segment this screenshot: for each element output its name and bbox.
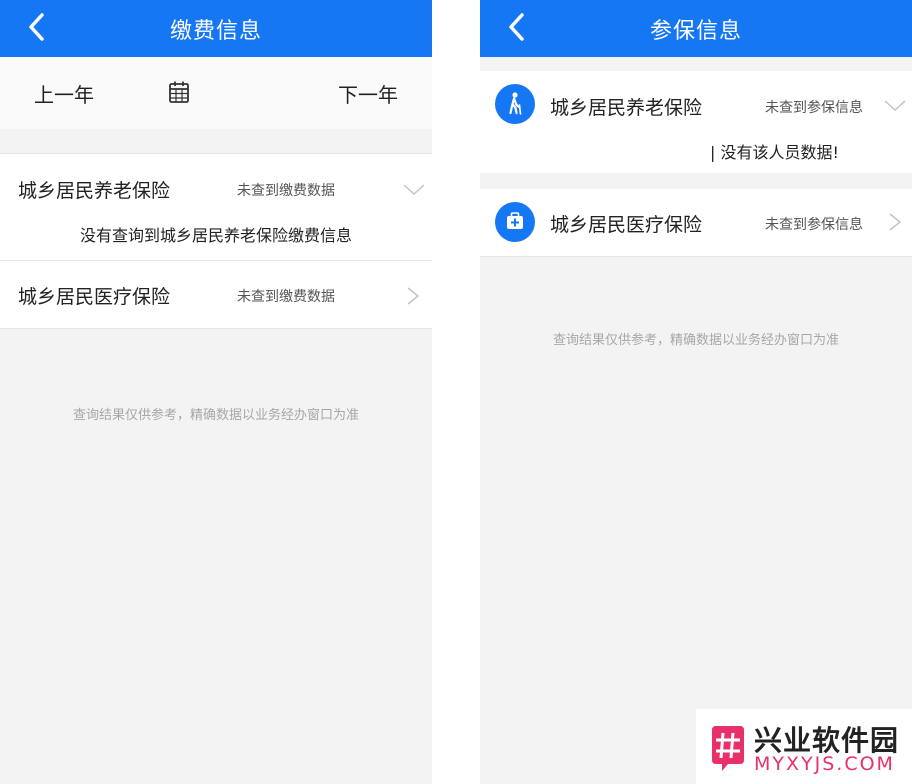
pension-insurance-item[interactable]: 城乡居民养老保险 未查到参保信息 | 没有该人员数据! <box>480 71 912 173</box>
chevron-right-icon[interactable] <box>888 213 902 231</box>
item-name: 城乡居民养老保险 <box>18 180 171 202</box>
header-bar: 缴费信息 <box>0 0 432 57</box>
year-selector: 上一年 下一年 <box>0 57 432 129</box>
watermark-logo-icon <box>712 726 744 771</box>
elderly-person-icon <box>495 84 535 124</box>
page-title: 缴费信息 <box>169 19 262 44</box>
item-status: 未查到缴费数据 <box>237 289 335 305</box>
header-bar: 参保信息 <box>480 0 912 57</box>
item-status: 未查到参保信息 <box>765 100 863 116</box>
item-status: 未查到参保信息 <box>765 217 863 233</box>
disclaimer-note: 查询结果仅供参考，精确数据以业务经办窗口为准 <box>552 333 839 348</box>
medical-kit-icon <box>495 202 535 242</box>
chevron-down-icon[interactable] <box>403 183 425 197</box>
item-status: 未查到缴费数据 <box>237 183 335 199</box>
payment-info-screen: 缴费信息 上一年 下一年 城乡居民养老保险 未查到缴费数据 没有查询到城乡居民养… <box>0 0 432 784</box>
site-watermark: 兴业软件园 MYXYJS.COM <box>696 709 912 784</box>
item-name: 城乡居民医疗保险 <box>18 286 171 308</box>
item-message: 没有查询到城乡居民养老保险缴费信息 <box>79 226 352 245</box>
watermark-name-en: MYXYJS.COM <box>754 753 895 775</box>
item-message: | 没有该人员数据! <box>710 143 839 162</box>
chevron-down-icon[interactable] <box>884 99 906 113</box>
insurance-info-screen: 参保信息 城乡居民养老保险 未查到参保信息 | 没有该人员数据! 城乡居民医疗保… <box>480 0 912 784</box>
calendar-icon[interactable] <box>168 80 190 104</box>
medical-insurance-item[interactable]: 城乡居民医疗保险 未查到参保信息 <box>480 189 912 257</box>
item-name: 城乡居民养老保险 <box>550 97 703 119</box>
prev-year-button[interactable]: 上一年 <box>34 79 94 108</box>
pension-payment-item[interactable]: 城乡居民养老保险 未查到缴费数据 没有查询到城乡居民养老保险缴费信息 <box>0 153 432 260</box>
medical-payment-item[interactable]: 城乡居民医疗保险 未查到缴费数据 <box>0 260 432 329</box>
item-name: 城乡居民医疗保险 <box>550 214 703 236</box>
disclaimer-note: 查询结果仅供参考，精确数据以业务经办窗口为准 <box>72 408 359 423</box>
page-title: 参保信息 <box>649 19 742 44</box>
next-year-button[interactable]: 下一年 <box>338 79 398 108</box>
chevron-right-icon[interactable] <box>406 287 420 305</box>
